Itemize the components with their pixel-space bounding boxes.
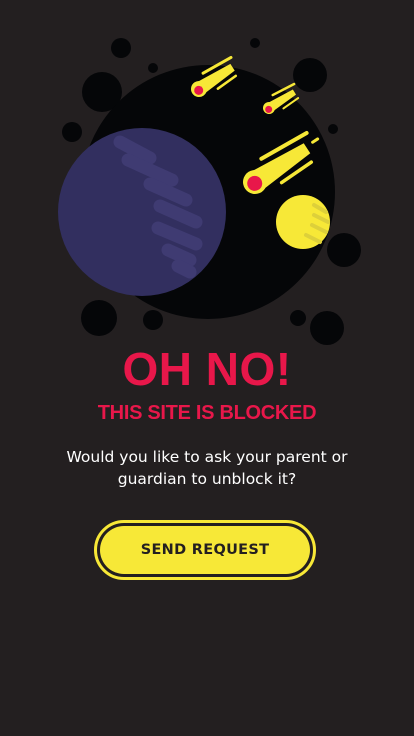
space-illustration bbox=[58, 38, 361, 345]
page-title: OH NO! bbox=[122, 343, 292, 395]
blocked-page: OH NO! THIS SITE IS BLOCKED Would you li… bbox=[0, 0, 414, 736]
planet-icon bbox=[58, 128, 226, 296]
bubble-icon bbox=[143, 310, 163, 330]
bubble-icon bbox=[327, 233, 361, 267]
moon-icon bbox=[276, 195, 330, 249]
blocked-subtitle: THIS SITE IS BLOCKED bbox=[97, 402, 317, 424]
bubble-icon bbox=[328, 124, 338, 134]
send-request-button-label: SEND REQUEST bbox=[100, 526, 310, 574]
unblock-prompt-message: Would you like to ask your parent or gua… bbox=[66, 448, 348, 488]
bubble-icon bbox=[310, 311, 344, 345]
bubble-icon bbox=[81, 300, 117, 336]
bubble-icon bbox=[293, 58, 327, 92]
bubble-icon bbox=[148, 63, 158, 73]
bubble-icon bbox=[62, 122, 82, 142]
bubble-icon bbox=[290, 310, 306, 326]
bubble-icon bbox=[250, 38, 260, 48]
send-request-button[interactable]: SEND REQUEST bbox=[94, 520, 316, 580]
bubble-icon bbox=[111, 38, 131, 58]
